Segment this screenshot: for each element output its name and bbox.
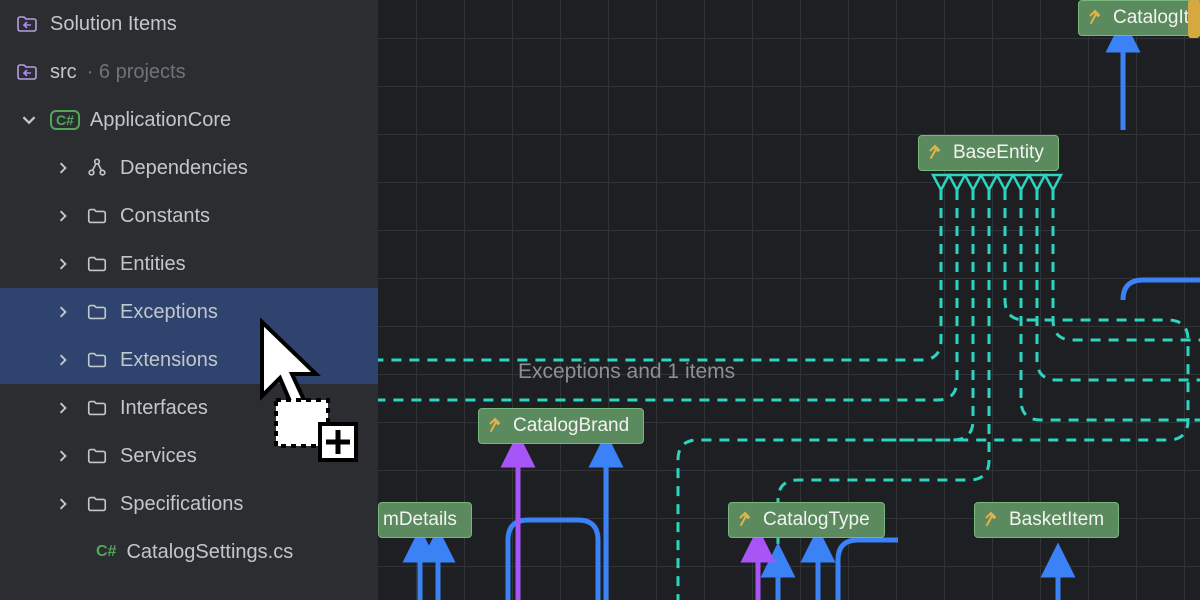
tree-item-folder[interactable]: Dependencies (0, 144, 378, 192)
diagram-node-basketitem[interactable]: BasketItem (974, 502, 1119, 538)
chevron-right-icon (52, 354, 74, 366)
folder-up-icon (14, 12, 40, 36)
folder-icon (84, 205, 110, 227)
tree-label: Services (120, 445, 197, 468)
tree-label: Entities (120, 253, 186, 276)
node-label: CatalogIt (1113, 7, 1189, 29)
tree-label: CatalogSettings.cs (126, 541, 293, 564)
solution-explorer[interactable]: Solution Items src · 6 projects C# Appli… (0, 0, 378, 600)
diagram-node-catalogtype[interactable]: CatalogType (728, 502, 885, 538)
folder-up-icon (14, 60, 40, 84)
tree-label: Interfaces (120, 397, 208, 420)
tree-item-folder[interactable]: Exceptions (0, 288, 378, 336)
tree-label: Constants (120, 205, 210, 228)
tree-label: Extensions (120, 349, 218, 372)
tree-label: src (50, 61, 77, 84)
folder-icon (84, 493, 110, 515)
class-icon (737, 511, 755, 529)
chevron-down-icon (18, 113, 40, 127)
tree-item-folder[interactable]: Entities (0, 240, 378, 288)
class-icon (1087, 9, 1105, 27)
tree-item-folder[interactable]: Services (0, 432, 378, 480)
class-icon (927, 144, 945, 162)
chevron-right-icon (52, 258, 74, 270)
csharp-file-icon: C# (96, 543, 116, 561)
diagram-node-emdetails[interactable]: mDetails (378, 502, 472, 538)
csharp-badge-icon: C# (50, 110, 80, 130)
folder-icon (84, 349, 110, 371)
folder-icon (84, 253, 110, 275)
node-label: BaseEntity (953, 142, 1044, 164)
diagram-canvas[interactable]: BaseEntity CatalogIt CatalogBrand mDetai… (378, 0, 1200, 600)
chevron-right-icon (52, 210, 74, 222)
tree-item-folder[interactable]: Extensions (0, 336, 378, 384)
drag-ghost-label: Exceptions and 1 items (518, 360, 735, 384)
chevron-right-icon (52, 306, 74, 318)
diagram-node-baseentity[interactable]: BaseEntity (918, 135, 1059, 171)
node-label: CatalogBrand (513, 415, 629, 437)
diagram-node-catalogit[interactable]: CatalogIt (1078, 0, 1200, 36)
folder-icon (84, 445, 110, 467)
folder-icon (84, 397, 110, 419)
chevron-right-icon (52, 402, 74, 414)
class-icon (983, 511, 1001, 529)
folder-icon (84, 301, 110, 323)
class-icon (487, 417, 505, 435)
node-label: mDetails (383, 509, 457, 531)
tree-item-project[interactable]: C# ApplicationCore (0, 96, 378, 144)
tree-label: Dependencies (120, 157, 248, 180)
tree-item-file[interactable]: C# CatalogSettings.cs (0, 528, 378, 576)
tree-label: ApplicationCore (90, 109, 231, 132)
tree-item-folder[interactable]: Specifications (0, 480, 378, 528)
tree-label: Solution Items (50, 13, 177, 36)
dependencies-icon (84, 157, 110, 179)
chevron-right-icon (52, 450, 74, 462)
chevron-right-icon (52, 162, 74, 174)
node-label: BasketItem (1009, 509, 1104, 531)
tree-item-src[interactable]: src · 6 projects (0, 48, 378, 96)
tree-label: Exceptions (120, 301, 218, 324)
chevron-right-icon (52, 498, 74, 510)
tree-suffix: · 6 projects (87, 61, 186, 84)
diagram-node-edge-marker (1188, 0, 1200, 38)
node-label: CatalogType (763, 509, 870, 531)
tree-item-folder[interactable]: Interfaces (0, 384, 378, 432)
tree-item-folder[interactable]: Constants (0, 192, 378, 240)
diagram-node-catalogbrand[interactable]: CatalogBrand (478, 408, 644, 444)
tree-item-solution-items[interactable]: Solution Items (0, 0, 378, 48)
tree-label: Specifications (120, 493, 243, 516)
